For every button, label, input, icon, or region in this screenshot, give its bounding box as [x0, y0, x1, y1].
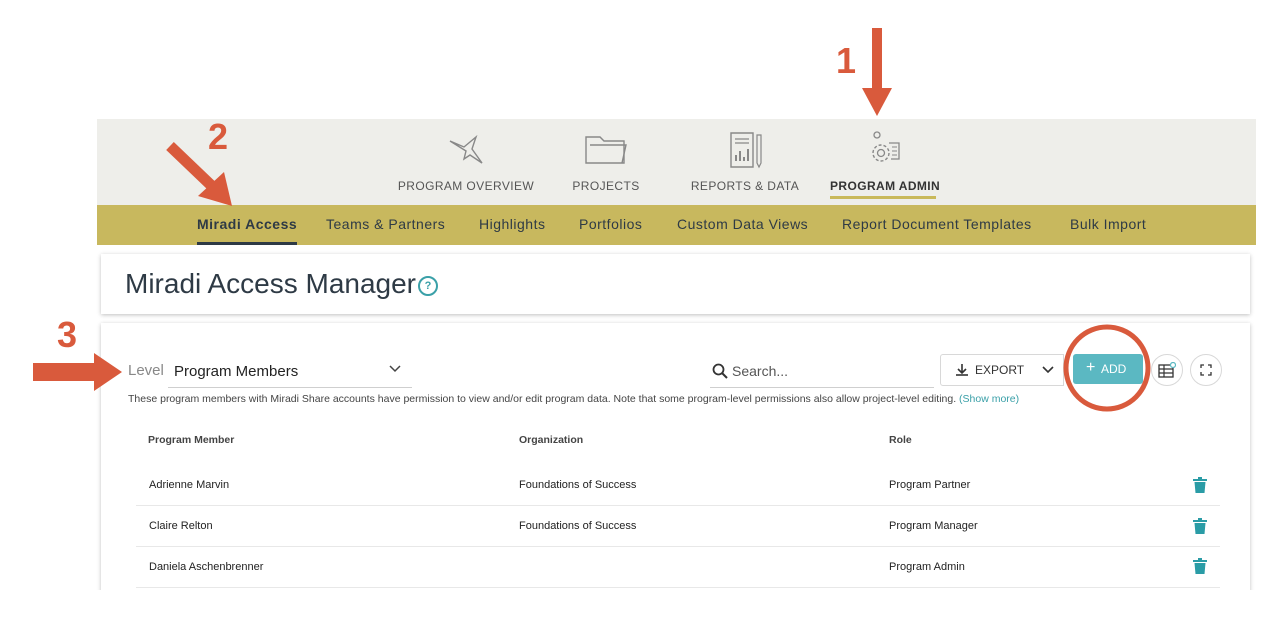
report-icon [730, 132, 762, 169]
annotation-number-three: 3 [57, 314, 78, 355]
bottom-whitespace [0, 590, 1277, 625]
row-divider [136, 546, 1220, 547]
search-input[interactable]: Search... [710, 357, 934, 388]
export-label: EXPORT [975, 363, 1025, 377]
chevron-down-icon [389, 365, 401, 373]
subnav-custom-data-views[interactable]: Custom Data Views [677, 205, 808, 245]
trash-icon[interactable] [1193, 518, 1207, 534]
description-text: These program members with Miradi Share … [128, 393, 1019, 405]
cell-role: Program Partner [889, 479, 971, 491]
help-icon[interactable]: ? [418, 276, 438, 296]
cell-organization: Foundations of Success [519, 520, 637, 532]
expand-icon [1200, 364, 1212, 376]
tab-label: PROGRAM ADMIN [830, 179, 941, 193]
tab-projects[interactable]: PROJECTS [566, 119, 646, 205]
page-title: Miradi Access Manager [125, 268, 417, 299]
subnav-label: Highlights [479, 216, 546, 232]
top-nav-bar: PROGRAM OVERVIEW PROJECTS REPORTS & DATA… [97, 119, 1256, 205]
search-placeholder: Search... [732, 363, 789, 379]
title-panel: Miradi Access Manager ? [101, 254, 1250, 314]
column-header-role[interactable]: Role [889, 434, 912, 446]
subnav-bulk-import[interactable]: Bulk Import [1070, 205, 1146, 245]
cell-organization: Foundations of Success [519, 479, 637, 491]
trash-icon[interactable] [1193, 477, 1207, 493]
admin-gear-icon [872, 131, 900, 162]
subnav-label: Miradi Access [197, 216, 298, 232]
cell-member: Adrienne Marvin [149, 479, 230, 491]
tab-program-overview[interactable]: PROGRAM OVERVIEW [395, 119, 537, 205]
subnav-label: Custom Data Views [677, 216, 809, 232]
active-tab-underline [830, 196, 936, 199]
description-body: These program members with Miradi Share … [128, 393, 957, 405]
row-divider [136, 587, 1220, 588]
tab-label: PROJECTS [572, 179, 640, 193]
download-icon [956, 364, 968, 376]
column-header-organization[interactable]: Organization [519, 434, 583, 446]
cell-role: Program Manager [889, 520, 978, 532]
folder-icon [585, 136, 627, 164]
search-icon [712, 363, 728, 379]
annotation-number-two: 2 [208, 116, 229, 157]
add-label: ADD [1101, 362, 1127, 376]
bird-icon [449, 134, 483, 164]
subnav-portfolios[interactable]: Portfolios [579, 205, 642, 245]
chevron-down-icon [1042, 366, 1054, 374]
level-select[interactable]: Program Members [168, 355, 412, 388]
export-button[interactable]: EXPORT [940, 354, 1034, 386]
tab-program-admin[interactable]: PROGRAM ADMIN [830, 119, 941, 205]
subnav-miradi-access[interactable]: Miradi Access [197, 205, 298, 245]
tab-label: REPORTS & DATA [690, 179, 800, 193]
level-value: Program Members [174, 363, 299, 380]
subnav-label: Teams & Partners [326, 216, 446, 232]
level-label: Level [128, 362, 164, 379]
cell-member: Claire Relton [149, 520, 213, 532]
subnav-highlights[interactable]: Highlights [479, 205, 545, 245]
export-dropdown-button[interactable] [1033, 354, 1064, 386]
column-header-member[interactable]: Program Member [148, 434, 234, 446]
subnav-label: Portfolios [579, 216, 643, 232]
column-settings-button[interactable] [1151, 354, 1183, 386]
subnav-label: Bulk Import [1070, 216, 1147, 232]
arrow-down-icon [862, 28, 892, 116]
active-subnav-underline [197, 242, 298, 245]
add-button[interactable]: + ADD [1073, 354, 1143, 384]
tab-label: PROGRAM OVERVIEW [397, 179, 535, 193]
cell-member: Daniela Aschenbrenner [149, 561, 264, 573]
subnav-report-document-templates[interactable]: Report Document Templates [842, 205, 1032, 245]
tab-reports-data[interactable]: REPORTS & DATA [689, 119, 801, 205]
plus-icon: + [1086, 359, 1096, 376]
annotation-number-one: 1 [836, 40, 857, 81]
trash-icon[interactable] [1193, 558, 1207, 574]
cell-role: Program Admin [889, 561, 965, 573]
table-settings-icon [1158, 362, 1176, 378]
sub-nav-bar: Miradi Access Teams & Partners Highlight… [97, 205, 1256, 245]
subnav-label: Report Document Templates [842, 216, 1032, 232]
subnav-teams-partners[interactable]: Teams & Partners [326, 205, 445, 245]
row-divider [136, 505, 1220, 506]
fullscreen-button[interactable] [1190, 354, 1222, 386]
show-more-link[interactable]: (Show more) [959, 393, 1019, 405]
